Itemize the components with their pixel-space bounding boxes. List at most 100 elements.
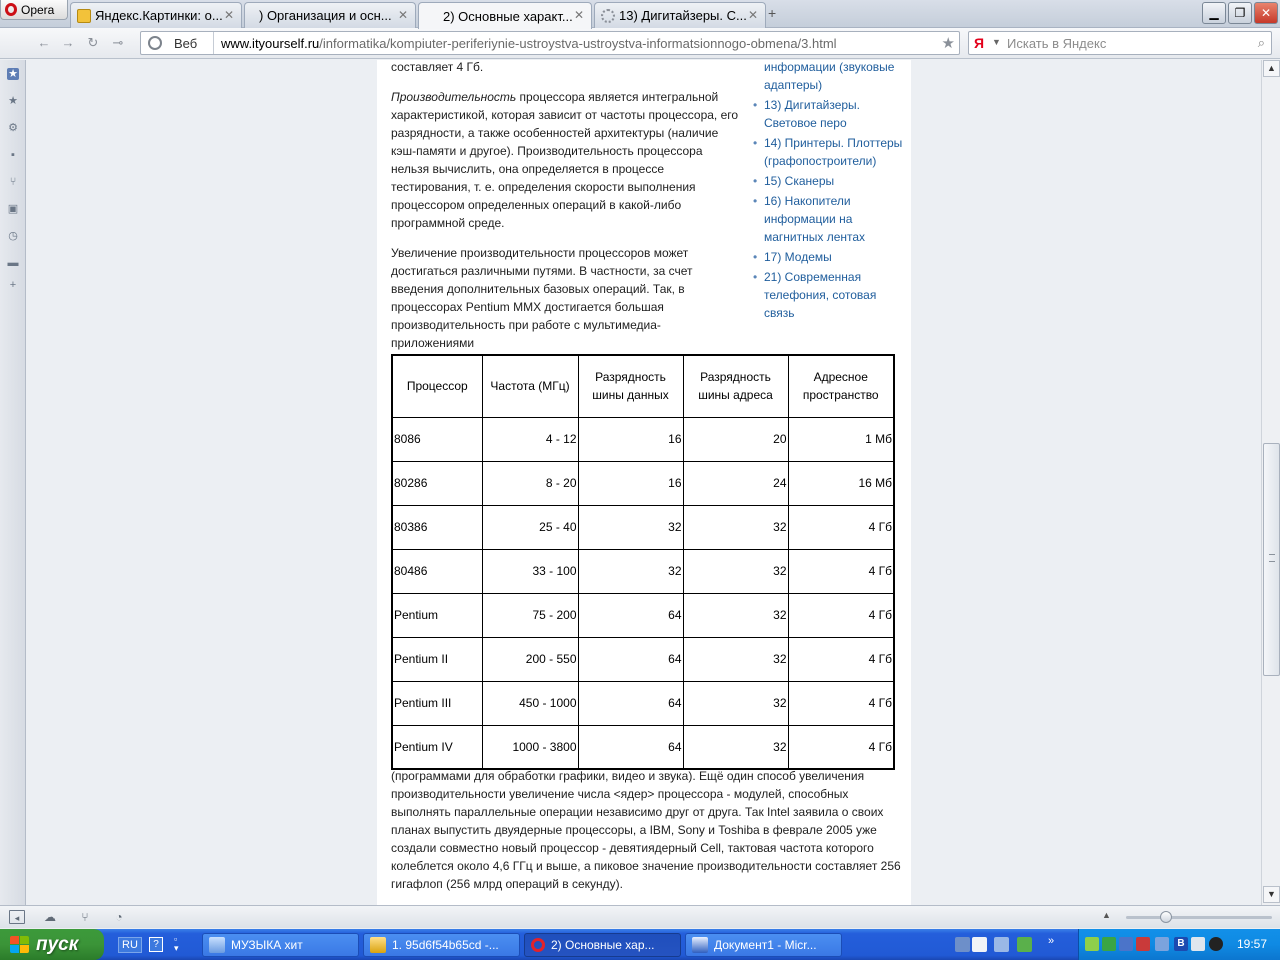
quicklaunch-expand-icon[interactable]: » xyxy=(1048,935,1054,947)
tab-close-icon[interactable]: ✕ xyxy=(223,9,235,21)
cell-address-bus: 32 xyxy=(682,592,789,638)
widgets-icon[interactable]: ⚙ xyxy=(7,122,19,134)
panel-toggle-icon[interactable]: ◂ xyxy=(9,910,25,924)
quicklaunch-search-icon[interactable] xyxy=(994,937,1009,952)
downloads-icon[interactable]: ▣ xyxy=(7,203,19,215)
quicklaunch-notepad-icon[interactable] xyxy=(972,937,987,952)
windows-taskbar: пуск RU ? ▫ ▾ МУЗЫКА хит 1. 95d6f54b65cd … xyxy=(0,929,1280,960)
tab-yandex-images[interactable]: Яндекс.Картинки: о... ✕ xyxy=(70,2,242,28)
cloud-icon[interactable]: ☁ xyxy=(42,910,58,924)
toc-link[interactable]: информации (звуковые адаптеры) xyxy=(753,60,903,94)
start-button[interactable]: пуск xyxy=(0,929,104,960)
zoom-slider-knob[interactable] xyxy=(1160,911,1172,923)
tab-close-icon[interactable]: ✕ xyxy=(747,9,759,21)
tray-vk-icon[interactable]: В xyxy=(1174,937,1188,951)
turbo-icon[interactable]: ◔ xyxy=(111,910,127,924)
back-icon[interactable]: ← xyxy=(36,35,52,51)
cell-address-bus: 32 xyxy=(682,724,789,770)
toc-link[interactable]: 13) Дигитайзеры. Световое перо xyxy=(753,96,903,132)
tray-volume-icon[interactable] xyxy=(1191,937,1205,951)
address-bar[interactable]: Веб www.ityourself.ru/informatika/kompiu… xyxy=(140,31,960,55)
quicklaunch-download-icon[interactable] xyxy=(1017,937,1032,952)
windows-icon[interactable]: ▬ xyxy=(7,257,19,269)
scroll-up-icon[interactable]: ▲ xyxy=(1263,60,1280,77)
tray-player-icon[interactable] xyxy=(1209,937,1223,951)
address-url[interactable]: www.ityourself.ru/informatika/kompiuter-… xyxy=(221,36,837,51)
cell-address-bus: 32 xyxy=(682,548,789,594)
tray-app-icon[interactable] xyxy=(1085,937,1099,951)
opera-menu-button[interactable]: Opera xyxy=(0,0,68,20)
yandex-images-favicon-icon xyxy=(77,8,91,23)
history-icon[interactable]: ◷ xyxy=(7,230,19,242)
language-indicator[interactable]: RU xyxy=(118,937,142,953)
taskbar-item-music[interactable]: МУЗЫКА хит xyxy=(202,933,359,957)
tray-alert-icon[interactable] xyxy=(1136,937,1150,951)
panel-toggle-icon[interactable]: ★ xyxy=(7,68,19,80)
cell-data-bus: 64 xyxy=(577,636,684,682)
tray-security-icon[interactable] xyxy=(1102,937,1116,951)
address-divider xyxy=(213,32,214,54)
add-panel-icon[interactable]: + xyxy=(7,279,19,291)
quicklaunch-app-icon[interactable] xyxy=(955,937,970,952)
help-icon[interactable]: ? xyxy=(149,937,163,952)
toc-link[interactable]: 14) Принтеры. Плоттеры (графопостроители… xyxy=(753,134,903,170)
table-row: 80386 25 - 40 32 32 4 Гб xyxy=(391,504,895,550)
search-icon[interactable]: ⌕ xyxy=(1258,35,1265,51)
new-tab-button[interactable]: + xyxy=(768,5,776,21)
word-icon xyxy=(692,937,708,953)
cell-address-space: 4 Гб xyxy=(787,504,895,550)
clock: 19:57 xyxy=(1236,937,1267,951)
zoom-slider[interactable] xyxy=(1126,916,1272,919)
tab-main-characteristics[interactable]: 2) Основные характ... ✕ xyxy=(418,2,592,29)
tray-display-icon[interactable] xyxy=(1155,937,1169,951)
toc-link[interactable]: 17) Модемы xyxy=(753,248,903,266)
search-input[interactable]: Искать в Яндекс xyxy=(1007,36,1106,51)
forward-icon[interactable]: → xyxy=(60,35,76,51)
scrollbar-grip-icon xyxy=(1269,554,1275,562)
vertical-scrollbar[interactable]: ▲ ▼ xyxy=(1261,60,1280,905)
page-viewport: составляет 4 Гб. Производительность проц… xyxy=(27,60,1261,905)
toc-link[interactable]: 16) Накопители информации на магнитных л… xyxy=(753,192,903,246)
tab-close-icon[interactable]: ✕ xyxy=(397,9,409,21)
toc-link[interactable]: 15) Сканеры xyxy=(753,172,903,190)
cell-frequency: 4 - 12 xyxy=(481,416,579,462)
performance-term: Производительность xyxy=(391,90,517,104)
reload-icon[interactable]: ↻ xyxy=(85,35,101,51)
tab-organization[interactable]: ) Организация и осн... ✕ xyxy=(244,2,416,28)
notes-icon[interactable]: ▪ xyxy=(7,149,19,161)
key-icon[interactable]: ⊸ xyxy=(110,35,126,51)
restore-button[interactable]: ❐ xyxy=(1228,2,1252,24)
opera-menu-label: Opera xyxy=(21,2,55,17)
minimize-button[interactable]: ▁ xyxy=(1202,2,1226,24)
cell-data-bus: 16 xyxy=(577,460,684,506)
tab-close-icon[interactable]: ✕ xyxy=(573,9,585,21)
table-row: 80486 33 - 100 32 32 4 Гб xyxy=(391,548,895,594)
cell-address-bus: 24 xyxy=(682,460,789,506)
window-controls: ▁ ❐ ✕ xyxy=(1202,2,1278,24)
taskbar-item-opera[interactable]: 2) Основные хар... xyxy=(524,933,681,957)
toc-link[interactable]: 21) Современная телефония, сотовая связь xyxy=(753,268,903,322)
language-options-icon[interactable]: ▫ ▾ xyxy=(174,935,182,953)
zoom-arrow-icon[interactable]: ▲ xyxy=(1102,910,1111,920)
tab-digitizers[interactable]: 13) Дигитайзеры. С... ✕ xyxy=(594,2,766,28)
tab-label: 13) Дигитайзеры. С... xyxy=(619,8,747,23)
taskbar-item-word[interactable]: Документ1 - Micr... xyxy=(685,933,842,957)
bookmark-star-icon[interactable]: ★ xyxy=(942,34,955,52)
tray-network-icon[interactable] xyxy=(1119,937,1133,951)
cell-address-space: 1 Мб xyxy=(787,416,895,462)
unite-icon[interactable]: ⑂ xyxy=(7,176,19,188)
table-row: Pentium III 450 - 1000 64 32 4 Гб xyxy=(391,680,895,726)
image-editor-icon xyxy=(370,937,386,953)
table-row: Pentium II 200 - 550 64 32 4 Гб xyxy=(391,636,895,682)
cell-processor: Pentium xyxy=(391,592,483,638)
scrollbar-thumb[interactable] xyxy=(1263,443,1280,676)
scroll-down-icon[interactable]: ▼ xyxy=(1263,886,1280,903)
bookmarks-icon[interactable]: ★ xyxy=(7,95,19,107)
search-box[interactable]: Я ▼ Искать в Яндекс ⌕ xyxy=(968,31,1272,55)
search-engine-dropdown-icon[interactable]: ▼ xyxy=(992,37,1001,47)
unite-icon[interactable]: ⑂ xyxy=(77,910,93,924)
windows-logo-icon xyxy=(10,935,30,954)
taskbar-item-image-editor[interactable]: 1. 95d6f54b65cd -... xyxy=(363,933,520,957)
tab-label: Яндекс.Картинки: о... xyxy=(95,8,223,23)
close-window-button[interactable]: ✕ xyxy=(1254,2,1278,24)
